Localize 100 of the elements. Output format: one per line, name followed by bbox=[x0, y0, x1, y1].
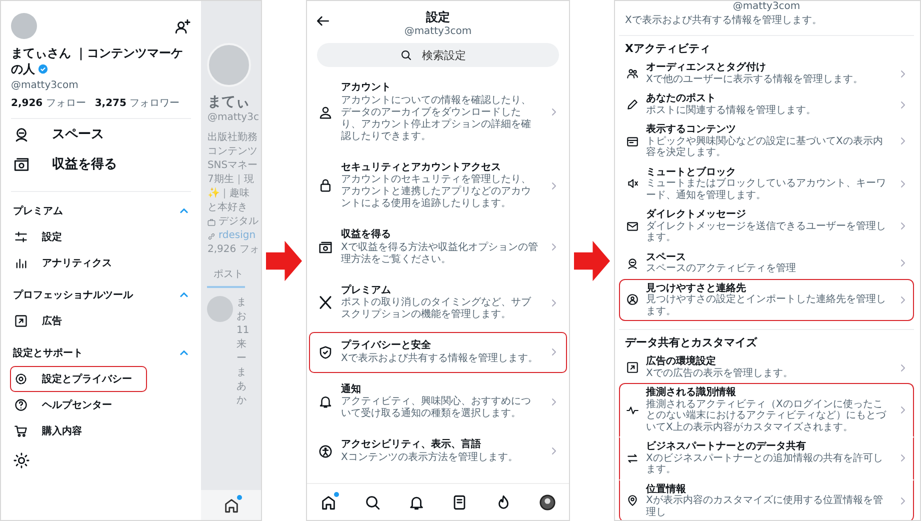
follow-count: 2,926 フォ bbox=[207, 243, 260, 257]
menu-item[interactable]: 収益を得る bbox=[11, 149, 192, 180]
item-title: 収益を得る bbox=[341, 229, 392, 242]
item-title: オーディエンスとタグ付け bbox=[646, 62, 767, 74]
home-icon[interactable] bbox=[320, 494, 338, 510]
add-person-icon[interactable] bbox=[174, 18, 192, 34]
settings-item[interactable]: アカウント アカウントについての情報を確認したり、データのアーカイブをダウンロードしたり、アカウント停止オプションの詳細を確認したりできます。 bbox=[309, 74, 567, 150]
item-title: 位置情報 bbox=[646, 484, 687, 494]
location-icon bbox=[626, 494, 639, 508]
item-description: Xコンテンツの表示方法を管理します。 bbox=[341, 452, 519, 464]
spaces-icon bbox=[13, 126, 30, 143]
search-icon[interactable] bbox=[364, 494, 381, 510]
item-description: Xでの広告の表示を管理します。 bbox=[646, 368, 794, 379]
search-field[interactable]: 検索設定 bbox=[317, 43, 559, 67]
settings-item[interactable]: ミュートとブロック ミュートまたはブロックしているアカウント、キーワード、通知を管理します。 bbox=[619, 162, 914, 205]
mute-icon bbox=[626, 177, 639, 190]
settings-item[interactable]: ダイレクトメッセージ ダイレクトメッセージを送信できるユーザーを管理します。 bbox=[619, 205, 914, 248]
item-title: ビジネスパートナーとのデータ共有 bbox=[646, 441, 807, 452]
bio-line: SNSマネー bbox=[207, 159, 259, 173]
item-description: ミュートまたはブロックしているアカウント、キーワード、通知を管理します。 bbox=[646, 178, 887, 201]
money-icon bbox=[318, 240, 333, 255]
settings-item[interactable]: 見つけやすさと連絡先 見つけやすさの設定とインポートした連絡先を管理します。 bbox=[619, 278, 914, 321]
pulse-icon bbox=[626, 404, 639, 416]
home-icon[interactable] bbox=[222, 496, 240, 514]
post-text: お bbox=[236, 310, 246, 324]
bio-line: コンテンツ bbox=[207, 145, 258, 159]
sun-icon[interactable] bbox=[13, 452, 30, 470]
menu-item[interactable]: 設定とプライバシー bbox=[10, 366, 147, 392]
bio-line: 出版社勤務 bbox=[207, 131, 258, 145]
settings-item[interactable]: セキュリティとアカウントアクセス アカウントのセキュリティを管理したり、アカウントと連携したアプリなどのアカウントによる使用を追跡したりします。 bbox=[309, 154, 567, 218]
section-header[interactable]: プロフェッショナルツール bbox=[11, 280, 192, 308]
settings-item[interactable]: スペース スペースのアクティビティを管理 bbox=[619, 248, 914, 278]
settings-item[interactable]: プレミアム ポストの取り消しのタイミングなど、サブスクリプションの機能を管理します。 bbox=[309, 276, 567, 329]
post-text: 11 bbox=[236, 324, 250, 338]
menu-item[interactable]: アナリティクス bbox=[10, 250, 119, 276]
profile-job: デジタル bbox=[218, 215, 258, 229]
settings-item[interactable]: 広告の環境設定 Xでの広告の表示を管理します。 bbox=[619, 352, 914, 383]
right-arrow bbox=[266, 240, 302, 282]
page-description: Xで表示および共有する情報を管理します。 bbox=[624, 14, 823, 27]
item-title: セキュリティとアカウントアクセス bbox=[341, 162, 502, 174]
settings-item[interactable]: あなたのポスト ポストに関連する情報を管理します。 bbox=[619, 89, 914, 120]
settings-item[interactable]: オーディエンスとタグ付け Xで他のユーザーに表示する情報を管理します。 bbox=[619, 58, 914, 89]
section-title: Xアクティビティ bbox=[624, 41, 712, 57]
help-icon bbox=[14, 398, 28, 412]
settings-item[interactable]: プライバシーと安全 Xで表示および共有する情報を管理します。 bbox=[309, 332, 567, 372]
settings-item[interactable]: 収益を得る Xで収益を得る方法や収益化オプションの管理方法をご覧ください。 bbox=[309, 221, 567, 274]
profile-name: まてぃ bbox=[207, 93, 250, 111]
settings-item[interactable]: 推測される識別情報 推測されるアクティビティ（Xのログインに使ったことのない端末におけるアクティビティなど）にもとづいてX上の表示内容がカスタマイズされます。 bbox=[619, 383, 914, 437]
pen-icon bbox=[626, 98, 639, 111]
settings-item[interactable]: 通知 アクティビティ、興味関心、おすすめについて受け取る通知の種類を選択します。 bbox=[309, 376, 567, 428]
profile-handle: @matty3c bbox=[207, 111, 260, 125]
item-description: 見つけやすさの設定とインポートした連絡先を管理します。 bbox=[646, 294, 887, 317]
post-text: ま bbox=[236, 296, 246, 310]
item-title: プライバシーと安全 bbox=[341, 340, 432, 352]
section-title: データ共有とカスタマイズ bbox=[624, 335, 758, 351]
item-description: Xのビジネスパートナーとの追加情報の共有を許可します。 bbox=[646, 452, 884, 476]
shield-icon bbox=[318, 344, 333, 360]
menu-item[interactable]: 設定 bbox=[10, 224, 69, 250]
item-description: 推測されるアクティビティ（Xのログインに使ったことのない端末におけるアクティビティなど）にもとづいてX上の表示内容がカスタマイズされます。 bbox=[646, 398, 888, 433]
item-description: ポストの取り消しのタイミングなど、サブスクリプションの機能を管理します。 bbox=[341, 297, 532, 321]
sliders-icon bbox=[14, 230, 28, 244]
bell-icon bbox=[318, 394, 333, 410]
link-icon bbox=[207, 232, 216, 240]
page-title: 設定 bbox=[426, 9, 450, 26]
item-title: あなたのポスト bbox=[646, 93, 717, 104]
settings-item[interactable]: 位置情報 Xが表示内容のカスタマイズに使用する位置情報を管理し bbox=[619, 480, 914, 520]
item-title: 推測される識別情報 bbox=[646, 387, 737, 398]
settings-item[interactable]: 表示するコンテンツ トピックや興味関心などの設定に基づいてXの表示内容を決定します。 bbox=[619, 120, 914, 162]
item-description: トピックや興味関心などの設定に基づいてXの表示内容を決定します。 bbox=[646, 136, 884, 158]
ad-icon bbox=[14, 314, 28, 328]
post-text: ー bbox=[236, 352, 248, 366]
section-header[interactable]: プレミアム bbox=[11, 196, 192, 224]
post-text: ま bbox=[236, 366, 248, 380]
ad-icon bbox=[626, 361, 639, 374]
money-icon bbox=[13, 156, 30, 173]
follow-count[interactable]: 2,926 フォロー bbox=[11, 96, 86, 110]
item-title: アカウント bbox=[341, 82, 392, 94]
item-title: ミュートとブロック bbox=[646, 166, 737, 178]
menu-item[interactable]: 広告 bbox=[10, 308, 69, 334]
settings-icon bbox=[14, 372, 28, 386]
lock-icon bbox=[318, 178, 333, 194]
menu-item[interactable]: 購入内容 bbox=[10, 418, 89, 444]
x-logo-icon bbox=[318, 295, 333, 310]
item-title: 表示するコンテンツ bbox=[646, 124, 737, 136]
bio-line: ✨｜趣味 bbox=[207, 187, 250, 201]
menu-item[interactable]: ヘルプセンター bbox=[10, 392, 119, 418]
user-handle: @matty3com bbox=[11, 80, 80, 92]
menu-item[interactable]: スペース bbox=[11, 119, 192, 150]
item-description: ダイレクトメッセージを送信できるユーザーを管理します。 bbox=[646, 220, 887, 244]
settings-item[interactable]: アクセシビリティ、表示、言語 Xコンテンツの表示方法を管理します。 bbox=[309, 431, 567, 472]
avatar-icon[interactable] bbox=[538, 494, 556, 510]
follow-count[interactable]: 3,275 フォロワー bbox=[94, 96, 180, 110]
settings-item[interactable]: ビジネスパートナーとのデータ共有 Xのビジネスパートナーとの追加情報の共有を許可します。 bbox=[619, 437, 914, 480]
people-icon bbox=[626, 67, 639, 80]
item-title: 広告の環境設定 bbox=[646, 356, 717, 368]
item-title: 見つけやすさと連絡先 bbox=[646, 282, 747, 294]
section-header[interactable]: 設定とサポート bbox=[11, 338, 192, 366]
item-title: ダイレクトメッセージ bbox=[646, 209, 747, 220]
display-name: まてぃさん ｜コンテンツマーケの人 bbox=[11, 46, 184, 78]
briefcase-icon bbox=[207, 218, 216, 226]
